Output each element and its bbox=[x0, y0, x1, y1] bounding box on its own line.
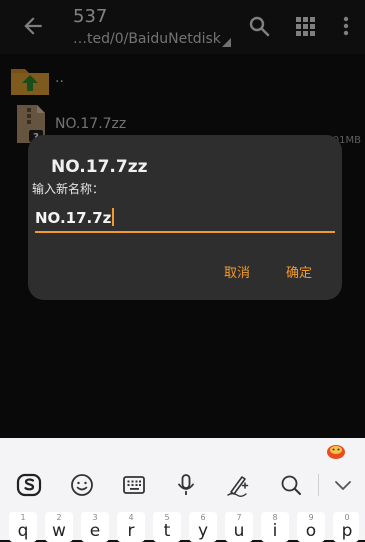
key-letter: o bbox=[305, 521, 317, 541]
key-letter: p bbox=[341, 521, 353, 541]
new-name-input-value: NO.17.7z bbox=[35, 208, 115, 227]
microphone-icon[interactable] bbox=[173, 472, 199, 498]
key-letter: u bbox=[233, 521, 245, 541]
emoji-icon[interactable] bbox=[69, 472, 95, 498]
new-name-input[interactable]: NO.17.7z bbox=[35, 206, 335, 233]
key-i[interactable]: 8i bbox=[261, 512, 289, 542]
sogou-logo-icon[interactable] bbox=[326, 441, 346, 461]
key-letter: w bbox=[52, 521, 66, 541]
key-letter: q bbox=[17, 521, 29, 541]
search-icon[interactable] bbox=[278, 472, 304, 498]
key-letter: t bbox=[163, 521, 171, 541]
key-o[interactable]: 9o bbox=[297, 512, 325, 542]
key-letter: y bbox=[197, 521, 209, 541]
chevron-down-icon[interactable] bbox=[330, 472, 356, 498]
input-underline bbox=[35, 231, 335, 233]
toolbar-divider bbox=[318, 474, 319, 496]
confirm-button[interactable]: 确定 bbox=[286, 262, 312, 281]
key-letter: r bbox=[127, 521, 135, 541]
key-e[interactable]: 3e bbox=[81, 512, 109, 542]
input-text: NO.17.7z bbox=[35, 209, 112, 227]
handwriting-icon[interactable] bbox=[225, 472, 251, 498]
keyboard-icon[interactable] bbox=[121, 472, 147, 498]
cancel-button[interactable]: 取消 bbox=[224, 262, 250, 281]
key-u[interactable]: 7u bbox=[225, 512, 253, 542]
key-w[interactable]: 2w bbox=[45, 512, 73, 542]
key-q[interactable]: 1q bbox=[9, 512, 37, 542]
new-name-label: 输入新名称： bbox=[32, 182, 105, 196]
key-t[interactable]: 5t bbox=[153, 512, 181, 542]
key-letter: e bbox=[89, 521, 101, 541]
text-caret bbox=[112, 208, 115, 226]
key-p[interactable]: 0p bbox=[333, 512, 359, 542]
key-y[interactable]: 6y bbox=[189, 512, 217, 542]
key-letter: i bbox=[272, 521, 278, 541]
sogou-s-icon[interactable] bbox=[16, 472, 42, 498]
key-r[interactable]: 4r bbox=[117, 512, 145, 542]
dialog-title: NO.17.7zz bbox=[51, 157, 148, 177]
rename-dialog: NO.17.7zz 输入新名称： NO.17.7z 取消 确定 bbox=[28, 135, 342, 300]
